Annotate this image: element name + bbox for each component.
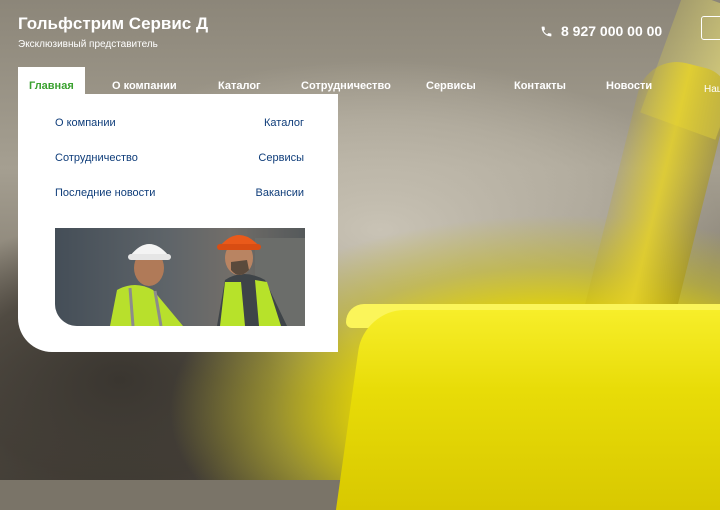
dropdown-link-about[interactable]: О компании — [55, 117, 116, 129]
phone-icon — [540, 25, 553, 38]
nav-item-services[interactable]: Сервисы — [426, 67, 476, 105]
phone-contact[interactable]: 8 927 000 00 00 — [540, 23, 662, 39]
brand-subtitle: Эксклюзивный представитель — [18, 39, 158, 50]
dropdown-link-services[interactable]: Сервисы — [258, 152, 304, 164]
nav-item-news[interactable]: Новости — [606, 67, 652, 105]
dropdown-link-vacancies[interactable]: Вакансии — [256, 187, 305, 199]
phone-number: 8 927 000 00 00 — [561, 23, 663, 39]
callback-button[interactable] — [701, 16, 720, 40]
dropdown-link-catalog[interactable]: Каталог — [264, 117, 304, 129]
workers-photo — [55, 228, 305, 326]
nav-item-our[interactable]: Наш — [704, 71, 720, 109]
nav-item-contacts[interactable]: Контакты — [514, 67, 566, 105]
dropdown-link-latest-news[interactable]: Последние новости — [55, 187, 155, 199]
yellow-funnel — [335, 310, 720, 510]
dropdown-menu: О компании Каталог Сотрудничество Сервис… — [18, 94, 338, 352]
dropdown-link-cooperation[interactable]: Сотрудничество — [55, 152, 138, 164]
brand-title[interactable]: Гольфстрим Сервис Д — [18, 14, 208, 34]
